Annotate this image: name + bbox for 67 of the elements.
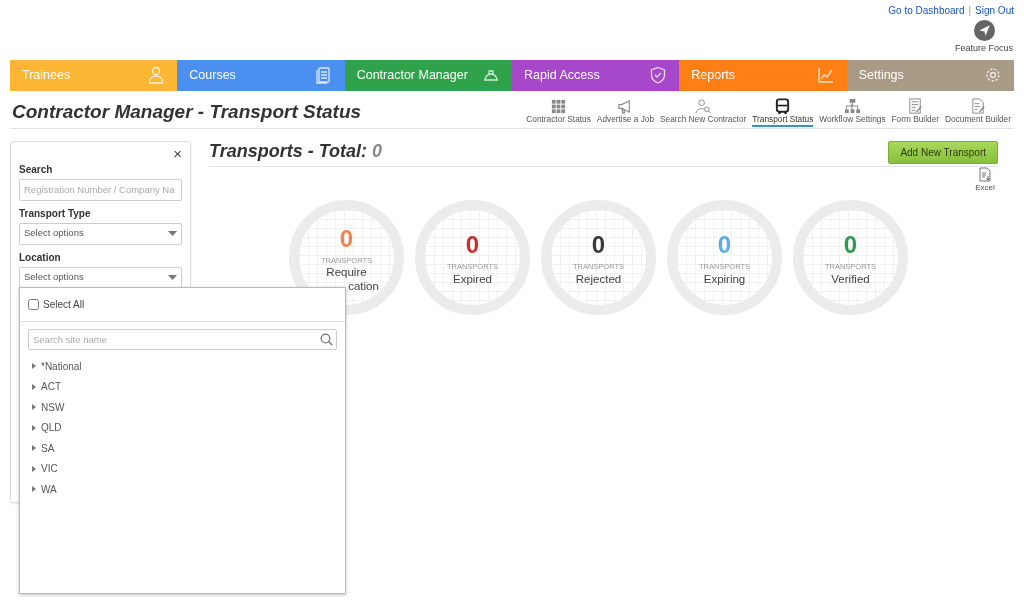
separator: | <box>967 4 973 18</box>
toolbar-link[interactable]: Workflow Settings <box>816 97 889 128</box>
field-label: Location <box>19 250 62 265</box>
dashboard-link[interactable]: Go to Dashboard <box>888 3 965 18</box>
toolbar-link[interactable]: Document Builder <box>942 97 1014 128</box>
status-label: Verified <box>831 272 870 287</box>
status-label: cation <box>348 279 379 294</box>
document-icon <box>314 66 333 84</box>
tree-item[interactable]: QLD <box>20 417 345 438</box>
shield-icon <box>649 66 668 84</box>
hierarchy-icon <box>843 97 861 115</box>
transports-total-heading: Transports - Total: 0 <box>209 141 383 163</box>
caret-icon <box>168 231 177 236</box>
page-title: Contractor Manager - Transport Status <box>12 100 362 124</box>
grid-icon <box>550 97 568 115</box>
spreadsheet-download-icon <box>978 166 992 182</box>
sign-out-link[interactable]: Sign Out <box>975 3 1014 18</box>
tree-item[interactable]: SA <box>20 438 345 459</box>
close-button[interactable]: × <box>173 145 182 160</box>
excel-export-button[interactable]: Excel <box>972 166 998 194</box>
status-label: Require <box>326 265 367 280</box>
nav-tab[interactable]: Rapid Access <box>512 59 680 91</box>
expand-triangle-icon[interactable] <box>31 465 37 472</box>
count: 0 <box>591 233 606 258</box>
location-select[interactable]: Select options <box>19 266 182 289</box>
tree-item[interactable]: ACT <box>20 376 345 397</box>
count: 0 <box>465 233 480 258</box>
person-search-icon <box>694 97 712 115</box>
expand-triangle-icon[interactable] <box>31 404 37 411</box>
bus-icon <box>774 97 792 115</box>
expand-triangle-icon[interactable] <box>31 445 37 452</box>
gear-icon <box>983 66 1002 84</box>
paper-plane-icon[interactable] <box>973 20 995 41</box>
search-icon <box>320 333 333 346</box>
feature-focus-label: Feature Focus <box>955 43 1013 53</box>
toolbar-link[interactable]: Advertise a Job <box>593 97 658 128</box>
caret-icon <box>168 275 177 280</box>
count: 0 <box>717 233 732 258</box>
transport-type-select[interactable]: Select options <box>19 222 182 245</box>
person-icon <box>147 66 166 84</box>
tree-item[interactable]: VIC <box>20 458 345 479</box>
toolbar-link[interactable]: Contractor Status <box>523 97 594 128</box>
expand-triangle-icon[interactable] <box>31 363 37 370</box>
toolbar-link[interactable]: Transport Status <box>749 97 817 128</box>
select-all-label[interactable]: Select All <box>43 297 85 312</box>
field-label: Search <box>19 162 54 177</box>
site-search-field[interactable]: Search site name <box>28 329 337 350</box>
status-label: Expired <box>453 272 492 287</box>
status-label: Rejected <box>575 272 622 287</box>
search-field[interactable]: Registration Number / Company Na <box>19 178 182 201</box>
toolbar-link[interactable]: Search New Contractor <box>657 97 750 128</box>
field-label: Transport Type <box>19 206 92 221</box>
status-label: Expiring <box>703 272 746 287</box>
tree-item[interactable]: *National <box>20 356 345 377</box>
tree-item[interactable]: NSW <box>20 397 345 418</box>
select-all-checkbox[interactable] <box>28 299 39 310</box>
expand-triangle-icon[interactable] <box>31 486 37 493</box>
count: 0 <box>843 233 858 258</box>
form-icon <box>906 97 924 115</box>
document-edit-icon <box>969 97 987 115</box>
expand-triangle-icon[interactable] <box>31 383 37 390</box>
count: 0 <box>339 226 354 251</box>
expand-triangle-icon[interactable] <box>31 424 37 431</box>
toolbar-link[interactable]: Form Builder <box>888 97 943 128</box>
chart-icon <box>816 66 835 84</box>
add-new-transport-button[interactable]: Add New Transport <box>888 140 998 164</box>
tree-item[interactable]: WA <box>20 479 345 500</box>
